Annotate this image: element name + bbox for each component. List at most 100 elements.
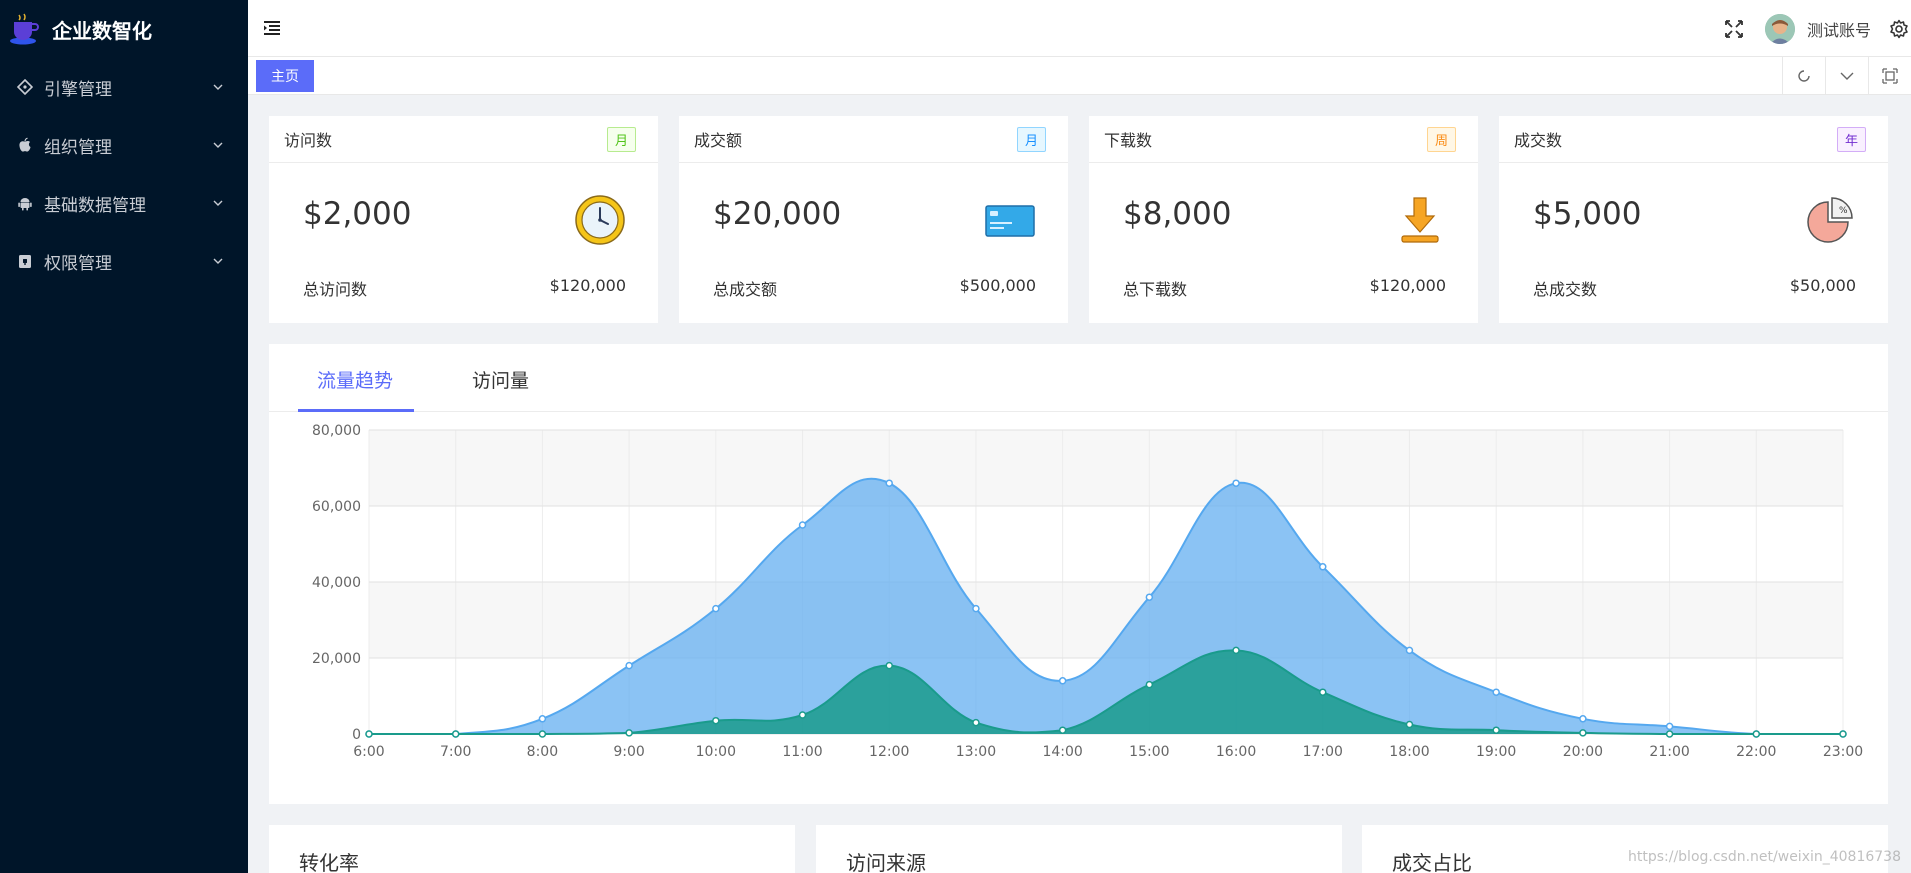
x-tick-label: 22:00 (1736, 744, 1776, 760)
x-tick-label: 14:00 (1042, 744, 1082, 760)
y-tick-label: 40,000 (312, 575, 361, 591)
card-total-label: 总成交数 (1533, 280, 1598, 299)
period-badge: 月 (606, 126, 636, 152)
sidebar-item-organization[interactable]: 组织管理 (0, 116, 248, 174)
card-title: 成交占比 (1392, 851, 1472, 873)
data-point (1319, 688, 1327, 696)
data-point (972, 604, 980, 613)
data-point (365, 730, 373, 738)
card-value: $8,000 (1123, 196, 1232, 232)
username[interactable]: 测试账号 (1807, 17, 1871, 41)
x-tick-label: 6:00 (353, 744, 384, 760)
tab-bar: 主页 (248, 57, 1911, 95)
pie-chart-icon: % (1807, 197, 1853, 243)
card-title: 访问来源 (846, 851, 926, 873)
x-tick-label: 21:00 (1649, 744, 1689, 760)
data-point (1492, 688, 1500, 696)
y-tick-label: 60,000 (312, 499, 361, 515)
card-total-value: $50,000 (1789, 276, 1856, 295)
tab-dropdown-button[interactable] (1825, 57, 1868, 95)
refresh-button[interactable] (1782, 57, 1825, 95)
data-point (1579, 715, 1587, 723)
gear-icon[interactable] (1889, 19, 1909, 39)
clock-icon (575, 195, 625, 245)
credit-card-icon (985, 205, 1035, 237)
expand-icon (1882, 68, 1898, 84)
x-tick-label: 10:00 (696, 744, 736, 760)
data-point (1492, 726, 1500, 734)
data-point (1145, 593, 1154, 601)
tab-traffic-trend[interactable]: 流量趋势 (317, 366, 393, 393)
chart-tabs: 流量趋势 访问量 (269, 344, 1888, 412)
menu-fold-icon[interactable] (262, 18, 282, 38)
x-tick-label: 7:00 (440, 744, 471, 760)
sidebar: 企业数智化 引擎管理 组织管理 基础数据管理 权限管理 (0, 0, 248, 873)
refresh-icon (1798, 70, 1810, 82)
data-point (712, 716, 720, 725)
card-title: 成交数 (1514, 131, 1563, 150)
data-point (885, 661, 893, 670)
sidebar-item-label: 基础数据管理 (44, 195, 146, 216)
x-tick-label: 16:00 (1216, 744, 1256, 760)
data-point (538, 730, 547, 738)
data-point (1145, 680, 1154, 689)
card-title: 成交额 (694, 131, 743, 150)
tab-home[interactable]: 主页 (256, 60, 314, 92)
data-point (1405, 720, 1414, 729)
sidebar-item-label: 权限管理 (44, 253, 112, 274)
period-badge: 月 (1016, 126, 1046, 152)
period-badge: 年 (1836, 126, 1866, 152)
fullscreen-icon[interactable] (1723, 18, 1745, 40)
data-point (625, 661, 633, 670)
card-title: 转化率 (299, 851, 359, 873)
stat-card-visits: 访问数 月 $2,000 总访问数 $120,000 (269, 116, 658, 323)
brand[interactable]: 企业数智化 (0, 0, 248, 58)
x-tick-label: 9:00 (613, 744, 644, 760)
data-point (1058, 677, 1067, 685)
sidebar-item-base-data[interactable]: 基础数据管理 (0, 174, 248, 232)
card-total-label: 总访问数 (303, 280, 368, 299)
chevron-down-icon (213, 200, 223, 206)
card-total-value: $500,000 (959, 276, 1036, 295)
data-point (1232, 479, 1240, 487)
data-point (712, 604, 720, 613)
svg-text:%: % (1839, 206, 1848, 216)
stat-card-deals: 成交数 年 $5,000 % 总成交数 $50,000 (1499, 116, 1888, 323)
x-tick-label: 20:00 (1563, 744, 1603, 760)
sidebar-item-engine[interactable]: 引擎管理 (0, 58, 248, 116)
area-chart: 0 20,000 40,000 60,000 80,000 6:00 7:00 8:00 9:0… (312, 423, 1863, 760)
x-tick-label: 11:00 (782, 744, 822, 760)
data-point (885, 479, 893, 487)
grid-band (369, 430, 1843, 506)
sidebar-item-label: 引擎管理 (44, 79, 112, 100)
x-tick-label: 12:00 (869, 744, 909, 760)
watermark: https://blog.csdn.net/weixin_40816738 (1627, 849, 1901, 865)
traffic-chart-panel: 流量趋势 访问量 0 20,000 40,000 60,000 80,000 6:00 7:… (269, 344, 1888, 804)
chevron-down-icon (1840, 72, 1854, 80)
data-point (625, 729, 633, 737)
avatar[interactable] (1764, 13, 1795, 44)
sidebar-item-permissions[interactable]: 权限管理 (0, 232, 248, 290)
tab-visits[interactable]: 访问量 (472, 366, 529, 393)
data-point (451, 730, 460, 738)
data-point (1665, 722, 1674, 731)
tab-maximize-button[interactable] (1868, 57, 1911, 95)
data-point (972, 718, 980, 727)
apple-icon (16, 136, 34, 154)
x-tick-label: 15:00 (1129, 744, 1169, 760)
card-value: $2,000 (303, 196, 412, 232)
chevron-down-icon (213, 258, 223, 264)
data-point (798, 521, 807, 529)
data-point (1579, 729, 1587, 737)
diamond-icon (16, 78, 34, 96)
data-point (798, 711, 807, 719)
card-total-value: $120,000 (1369, 276, 1446, 295)
card-total-label: 总下载数 (1123, 280, 1188, 299)
data-point (1752, 730, 1761, 738)
visit-source-card: 访问来源 (816, 825, 1342, 873)
data-point (1319, 563, 1327, 571)
card-total-label: 总成交额 (713, 280, 778, 299)
conversion-rate-card: 转化率 (269, 825, 795, 873)
x-tick-label: 13:00 (956, 744, 996, 760)
period-badge: 周 (1426, 126, 1456, 152)
